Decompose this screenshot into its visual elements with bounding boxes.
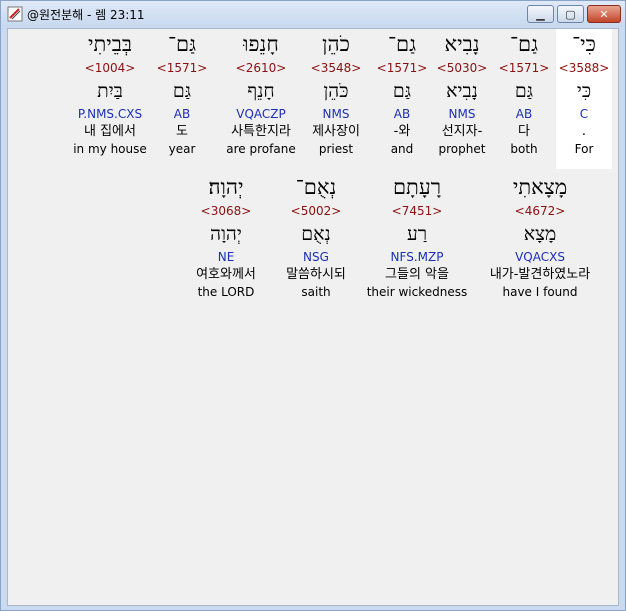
morphology-code: NFS.MZP [390,250,444,264]
strong-number: <5002> [290,204,342,218]
morphology-code: NMS [322,107,350,121]
morphology-code: C [579,107,589,121]
strong-number: <1004> [84,61,136,75]
english-gloss: priest [318,142,354,156]
korean-gloss: 말씀하시되 [286,267,346,282]
hebrew-lemma: גַּם [392,80,412,102]
korean-gloss: 내 집에서 [84,124,136,139]
hebrew-word: מָצָאתִי [512,175,568,199]
interlinear-word[interactable]: בְּבֵיתִי <1004> בַּיִת P.NMS.CXS 내 집에서 in my… [66,29,154,158]
interlinear-word[interactable]: גַּם־ <1571> גַּם AB 도 year [146,29,218,158]
korean-gloss: 다 [518,124,530,139]
english-gloss: year [168,142,196,156]
english-gloss: and [390,142,414,156]
korean-gloss: . [581,124,587,139]
english-gloss: both [510,142,538,156]
morphology-code: NE [217,250,235,264]
hebrew-lemma: יְהוָה [210,223,242,245]
korean-gloss: 사특한지라 [231,124,291,139]
hebrew-word: גַּם־ [167,32,197,56]
hebrew-lemma: רַע [406,223,428,245]
interlinear-word[interactable]: כִּי־ <3588> כִּי C. For [556,29,612,169]
interlinear-panel: כִּי־ <3588> כִּי C. For גַם־ <1571> גַּם AB 다 bo… [7,28,619,606]
korean-gloss: 제사장이 [312,124,360,139]
interlinear-word[interactable]: מָצָאתִי <4672> מָצָא VQACXS 내가-발견하였노라 have I… [476,172,604,301]
interlinear-word[interactable]: גַם־ <1571> גַּם AB -와 and [366,29,438,158]
strong-number: <1571> [498,61,550,75]
strong-number: <1571> [376,61,428,75]
korean-gloss: 도 [176,124,188,139]
morphology-code: VQACXS [515,250,565,264]
morphology-code: VQACZP [236,107,286,121]
window-title: @원전분해 - 렘 23:11 [27,8,145,22]
interlinear-word[interactable]: חָנֵפוּ <2610> חָנֵף VQACZP 사특한지라 are profane [218,29,304,158]
hebrew-word: בְּבֵיתִי [87,32,133,56]
korean-gloss: -와 [393,124,411,139]
morphology-code: AB [173,107,191,121]
morphology-code: P.NMS.CXS [77,107,143,121]
hebrew-lemma: מָצָא [523,223,557,245]
hebrew-word: נְאֻם־ [295,175,337,199]
minimize-button[interactable]: ▁ [527,5,554,23]
hebrew-lemma: גַּם [514,80,534,102]
title-bar[interactable]: @원전분해 - 렘 23:11 ▁ ▢ ✕ [1,1,625,27]
hebrew-lemma: גַּם [172,80,192,102]
morphology-code: AB [515,107,533,121]
interlinear-word[interactable]: כֹהֵן <3548> כֹּהֵן NMS 제사장이 priest [300,29,372,158]
strong-number: <3068> [200,204,252,218]
strong-number: <3588> [558,61,610,75]
english-gloss: in my house [73,142,147,156]
interlinear-word[interactable]: יְהוָה׃ <3068> יְהוָה NE 여호와께서 the LORD [184,172,268,301]
strong-number: <1571> [156,61,208,75]
morphology-code: NSG [303,250,329,264]
hebrew-lemma: בַּיִת [97,80,123,102]
hebrew-lemma: נְאֻם [301,223,331,245]
english-gloss: saith [301,285,331,299]
english-gloss: their wickedness [366,285,468,299]
english-gloss: the LORD [197,285,255,299]
strong-number: <4672> [514,204,566,218]
english-gloss: are profane [226,142,296,156]
korean-gloss: 내가-발견하였노라 [489,267,591,282]
bible-study-app-icon [7,6,23,22]
hebrew-word: יְהוָה׃ [208,175,244,199]
strong-number: <2610> [235,61,287,75]
maximize-icon: ▢ [565,7,576,21]
english-gloss: For [574,142,594,156]
hebrew-word: חָנֵפוּ [243,32,279,56]
maximize-button[interactable]: ▢ [557,5,584,23]
strong-number: <7451> [391,204,443,218]
minimize-icon: ▁ [536,7,545,21]
hebrew-word: גַם־ [509,32,539,56]
hebrew-lemma: כֹּהֵן [323,80,349,102]
hebrew-lemma: כִּי [576,80,592,102]
app-window: @원전분해 - 렘 23:11 ▁ ▢ ✕ כִּי־ <3588> כִּי C. F… [0,0,626,611]
close-icon: ✕ [599,7,609,21]
hebrew-lemma: חָנֵף [247,80,275,102]
english-gloss: have I found [502,285,578,299]
korean-gloss: 여호와께서 [196,267,256,282]
hebrew-word: גַם־ [387,32,417,56]
strong-number: <3548> [310,61,362,75]
interlinear-word[interactable]: רָעָתָם <7451> רַע NFS.MZP 그들의 악을 their wicke… [364,172,470,301]
hebrew-word: כֹהֵן [322,32,350,56]
close-button[interactable]: ✕ [587,5,621,23]
morphology-code: AB [393,107,411,121]
interlinear-word[interactable]: נְאֻם־ <5002> נְאֻם NSG 말씀하시되 saith [278,172,354,301]
hebrew-word: כִּי־ [572,32,596,56]
hebrew-word: רָעָתָם [392,175,442,199]
interlinear-word[interactable]: גַם־ <1571> גַּם AB 다 both [488,29,560,158]
korean-gloss: 그들의 악을 [385,267,449,282]
